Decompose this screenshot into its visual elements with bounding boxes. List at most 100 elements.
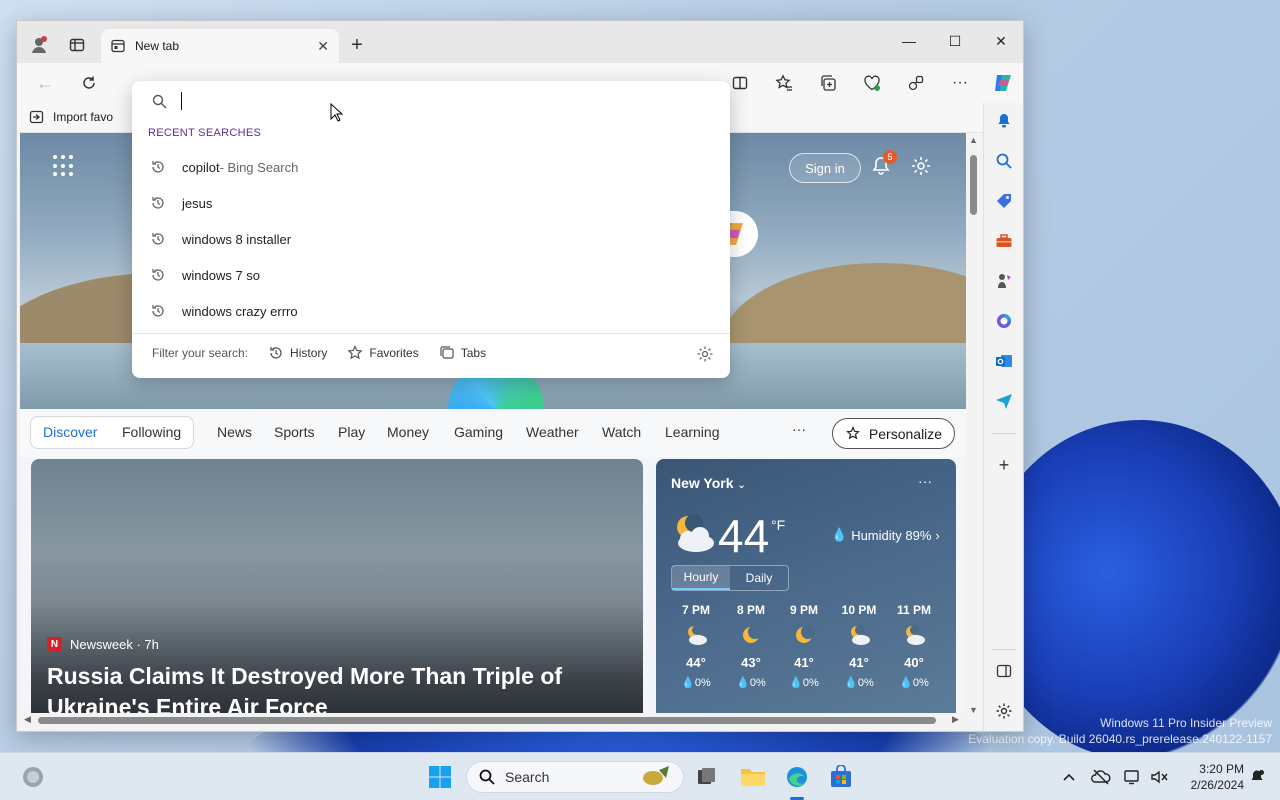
- scroll-left-arrow-icon[interactable]: ◀: [24, 714, 31, 725]
- onedrive-offline-icon[interactable]: [1088, 764, 1114, 790]
- nav-discover[interactable]: Discover: [43, 424, 97, 440]
- browser-essentials-icon[interactable]: [858, 69, 886, 97]
- suggestion-item[interactable]: jesus: [132, 185, 730, 221]
- close-tab-icon[interactable]: ✕: [317, 38, 329, 55]
- tab-new-tab[interactable]: New tab ✕: [101, 29, 339, 63]
- hour-precip: 💧0%: [899, 677, 929, 689]
- humidity-link[interactable]: 💧 Humidity 89% ›: [831, 527, 940, 543]
- shopping-tag-icon[interactable]: [992, 189, 1016, 213]
- refresh-button[interactable]: [75, 69, 103, 97]
- tools-toolbox-icon[interactable]: [992, 229, 1016, 253]
- hour-label: 7 PM: [681, 603, 710, 617]
- nav-weather[interactable]: Weather: [526, 424, 579, 440]
- scroll-down-arrow-icon[interactable]: ▼: [969, 705, 978, 715]
- filter-tabs-label: Tabs: [460, 346, 487, 360]
- nav-gaming[interactable]: Gaming: [454, 424, 503, 440]
- weather-more-icon[interactable]: ···: [918, 473, 932, 489]
- personalize-button[interactable]: Personalize: [832, 418, 955, 449]
- app-launcher-icon[interactable]: [53, 155, 75, 177]
- page-settings-icon[interactable]: [910, 155, 934, 179]
- drop-send-icon[interactable]: [992, 389, 1016, 413]
- microsoft-365-icon[interactable]: [992, 309, 1016, 333]
- collections-icon[interactable]: [814, 69, 842, 97]
- minimize-button[interactable]: —: [886, 25, 932, 57]
- more-categories-button[interactable]: ···: [792, 421, 806, 437]
- import-favorites-label: Import favo: [53, 110, 114, 124]
- horizontal-scrollbar[interactable]: ◀ ▶: [20, 713, 966, 729]
- sign-in-button[interactable]: Sign in: [789, 153, 861, 183]
- notification-count-badge: 5: [883, 150, 897, 164]
- filter-tabs[interactable]: Tabs: [439, 345, 486, 361]
- import-favorites-link[interactable]: Import favo: [29, 109, 113, 125]
- task-view-icon[interactable]: [694, 764, 720, 790]
- add-to-sidebar-button[interactable]: +: [992, 453, 1016, 477]
- search-icon[interactable]: [992, 149, 1016, 173]
- hour-label: 9 PM: [789, 603, 818, 617]
- suggestion-item[interactable]: windows crazy errro: [132, 293, 730, 329]
- suggestion-text: jesus: [182, 195, 213, 211]
- start-windows-icon[interactable]: [427, 764, 453, 790]
- news-source-label: Newsweek · 7h: [70, 637, 159, 652]
- vertical-scrollbar[interactable]: ▲ ▼: [966, 133, 982, 719]
- suggestion-item[interactable]: windows 7 so: [132, 257, 730, 293]
- taskbar-search-box[interactable]: Search: [466, 761, 684, 793]
- close-window-button[interactable]: ✕: [978, 25, 1023, 57]
- split-screen-icon[interactable]: [726, 69, 754, 97]
- news-source: N Newsweek · 7h: [47, 637, 159, 652]
- news-card[interactable]: N Newsweek · 7h Russia Claims It Destroy…: [31, 459, 643, 719]
- partly-cloudy-night-icon: [670, 511, 716, 555]
- text-caret: [181, 92, 182, 110]
- search-settings-icon[interactable]: [696, 345, 714, 363]
- droplet-icon: 💧: [831, 527, 848, 542]
- vertical-scroll-thumb[interactable]: [970, 155, 977, 215]
- microsoft-store-icon[interactable]: [828, 764, 854, 790]
- outlook-icon[interactable]: [992, 349, 1016, 373]
- filter-favorites[interactable]: Favorites: [347, 345, 419, 361]
- file-explorer-icon[interactable]: [740, 764, 766, 790]
- history-clock-icon: [152, 233, 164, 245]
- notification-center-icon[interactable]: [1244, 764, 1270, 790]
- back-button[interactable]: ←: [31, 69, 59, 97]
- games-chess-icon[interactable]: [992, 269, 1016, 293]
- notification-bell-icon[interactable]: [992, 109, 1016, 133]
- network-icon[interactable]: [1120, 764, 1146, 790]
- widgets-icon[interactable]: [20, 764, 46, 790]
- hide-sidebar-icon[interactable]: [992, 659, 1016, 683]
- copilot-icon[interactable]: [989, 69, 1017, 97]
- edge-taskbar-icon[interactable]: [784, 764, 810, 790]
- filter-history[interactable]: History: [268, 345, 327, 361]
- nav-play[interactable]: Play: [338, 424, 365, 440]
- favorites-icon[interactable]: [770, 69, 798, 97]
- new-tab-button[interactable]: +: [343, 31, 371, 59]
- personalize-label: Personalize: [868, 425, 943, 442]
- tab-hourly[interactable]: Hourly: [672, 566, 730, 590]
- nav-watch[interactable]: Watch: [602, 424, 641, 440]
- nav-learning[interactable]: Learning: [665, 424, 720, 440]
- nav-money[interactable]: Money: [387, 424, 429, 440]
- suggestion-text: windows 7 so: [182, 267, 261, 283]
- nav-sports[interactable]: Sports: [274, 424, 314, 440]
- horizontal-scroll-thumb[interactable]: [38, 717, 936, 724]
- extensions-icon[interactable]: [902, 69, 930, 97]
- weather-city[interactable]: New York ⌄: [671, 475, 746, 491]
- sidebar-settings-icon[interactable]: [992, 699, 1016, 723]
- news-headline[interactable]: Russia Claims It Destroyed More Than Tri…: [47, 661, 607, 719]
- system-clock[interactable]: 3:20 PM 2/26/2024: [1180, 761, 1244, 793]
- maximize-button[interactable]: ☐: [932, 25, 978, 57]
- suggestion-item[interactable]: windows 8 installer: [132, 221, 730, 257]
- scroll-right-arrow-icon[interactable]: ▶: [952, 714, 959, 725]
- workspaces-icon[interactable]: [63, 31, 91, 59]
- settings-and-more-icon[interactable]: ···: [946, 69, 974, 97]
- scroll-up-arrow-icon[interactable]: ▲: [969, 135, 978, 145]
- profile-icon[interactable]: [25, 31, 53, 59]
- suggestion-item[interactable]: copilot - Bing Search: [132, 149, 730, 185]
- hourly-forecast-item: 7 PM 44° 💧0%: [672, 603, 720, 689]
- tab-daily[interactable]: Daily: [730, 566, 788, 590]
- nav-following[interactable]: Following: [122, 424, 181, 440]
- weather-card[interactable]: New York ⌄ ··· 44 °F 💧 Humidity 89% › Ho…: [656, 459, 956, 719]
- volume-muted-icon[interactable]: [1146, 764, 1172, 790]
- nav-news[interactable]: News: [217, 424, 252, 440]
- edge-browser-window: New tab ✕ + — ☐ ✕ ← ··· Import favo Sign…: [16, 20, 1024, 732]
- address-bar[interactable]: [132, 81, 730, 121]
- show-hidden-icons-chevron-icon[interactable]: [1056, 764, 1082, 790]
